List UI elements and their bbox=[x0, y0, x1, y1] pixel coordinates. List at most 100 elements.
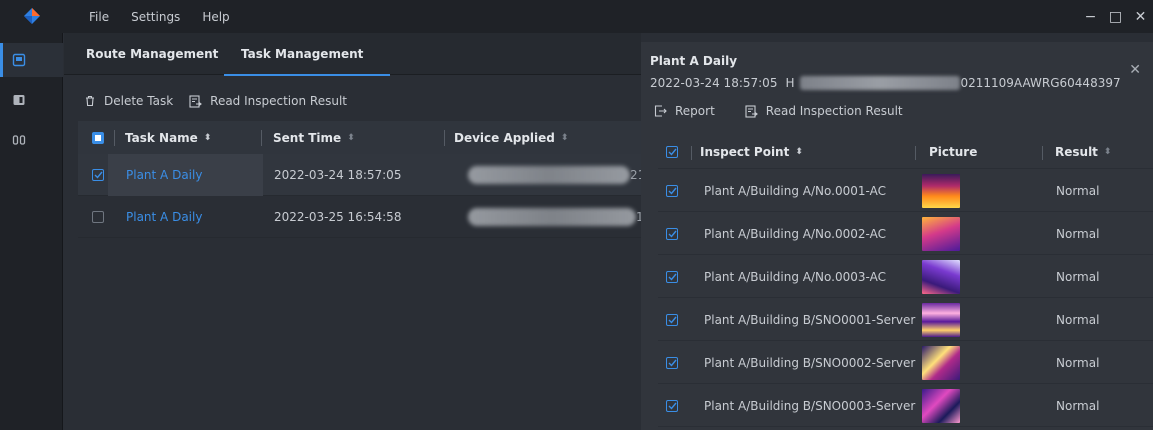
report-label: Report bbox=[675, 104, 715, 118]
sort-icon: ⬍ bbox=[1103, 147, 1112, 157]
sort-icon: ⬍ bbox=[347, 132, 355, 143]
sort-icon: ⬍ bbox=[560, 132, 569, 143]
row-checkbox-cell[interactable] bbox=[92, 154, 104, 196]
panel-timestamp: 2022-03-24 18:57:05 bbox=[650, 76, 778, 90]
app-window: File Settings Help − □ ✕ Route Managemen… bbox=[0, 0, 1153, 430]
table-row[interactable]: Plant A/Building B/SNO0003-Server Normal bbox=[658, 384, 1153, 427]
sent-time-cell: 2022-03-25 16:54:58 bbox=[274, 210, 402, 224]
report-button[interactable]: Report bbox=[654, 104, 715, 118]
inspect-point-cell: Plant A/Building B/SNO0001-Server bbox=[704, 312, 916, 327]
table-row[interactable]: Plant A Daily 2022-03-25 16:54:58 1 bbox=[78, 196, 644, 238]
result-cell: Normal bbox=[1056, 183, 1100, 198]
task-icon bbox=[12, 53, 26, 67]
maximize-button[interactable]: □ bbox=[1103, 0, 1128, 33]
point-checkbox-cell[interactable] bbox=[666, 212, 678, 255]
tab-bar: Route Management Task Management bbox=[64, 33, 641, 76]
nav-device-icon-item[interactable] bbox=[0, 83, 63, 117]
table-row[interactable]: Plant A/Building A/No.0003-AC Normal bbox=[658, 255, 1153, 298]
app-logo-icon bbox=[24, 8, 40, 24]
menu-file[interactable]: File bbox=[89, 10, 109, 24]
select-all-points-checkbox[interactable] bbox=[666, 146, 678, 158]
tab-route-management[interactable]: Route Management bbox=[86, 33, 218, 75]
point-checkbox[interactable] bbox=[666, 313, 678, 326]
read-result-icon bbox=[189, 94, 203, 108]
column-device-applied[interactable]: Device Applied ⬍ bbox=[454, 121, 568, 154]
thermal-thumbnail[interactable] bbox=[922, 389, 960, 423]
panel-read-inspection-result-label: Read Inspection Result bbox=[765, 104, 903, 118]
delete-task-button[interactable]: Delete Task bbox=[84, 94, 173, 108]
table-row[interactable]: Plant A/Building A/No.0002-AC Normal bbox=[658, 212, 1153, 255]
inspect-point-cell: Plant A/Building A/No.0001-AC bbox=[704, 183, 886, 198]
thermal-thumbnail[interactable] bbox=[922, 303, 960, 337]
point-checkbox[interactable] bbox=[666, 356, 678, 369]
menu-settings[interactable]: Settings bbox=[131, 10, 180, 24]
task-toolbar: Delete Task Read Inspection Result bbox=[84, 84, 363, 118]
point-checkbox-cell[interactable] bbox=[666, 169, 678, 212]
inspect-point-table: Inspect Point ⬍ Picture Result ⬍ Plant A/B… bbox=[658, 135, 1153, 427]
column-result-label: Result bbox=[1055, 145, 1098, 159]
row-checkbox-cell[interactable] bbox=[92, 196, 104, 238]
thermal-thumbnail[interactable] bbox=[922, 217, 960, 251]
inspect-point-cell: Plant A/Building A/No.0003-AC bbox=[704, 269, 886, 284]
column-result[interactable]: Result ⬍ bbox=[1055, 135, 1111, 169]
device-code: 0211109AAWRG60448397 bbox=[960, 76, 1121, 90]
nav-route-icon-item[interactable] bbox=[0, 123, 63, 157]
column-picture[interactable]: Picture bbox=[929, 135, 977, 169]
point-checkbox-cell[interactable] bbox=[666, 341, 678, 384]
thermal-thumbnail[interactable] bbox=[922, 174, 960, 208]
thermal-thumbnail[interactable] bbox=[922, 260, 960, 294]
column-sent-time[interactable]: Sent Time ⬍ bbox=[273, 121, 355, 154]
panel-title: Plant A Daily bbox=[650, 54, 738, 68]
point-checkbox-cell[interactable] bbox=[666, 384, 678, 427]
task-name-link[interactable]: Plant A Daily bbox=[126, 154, 202, 196]
sort-icon: ⬍ bbox=[203, 132, 212, 143]
point-checkbox[interactable] bbox=[666, 399, 678, 412]
column-inspect-point-label: Inspect Point bbox=[700, 145, 790, 159]
column-inspect-point[interactable]: Inspect Point ⬍ bbox=[700, 135, 803, 169]
window-controls: − □ ✕ bbox=[1078, 0, 1153, 33]
point-checkbox-cell[interactable] bbox=[666, 298, 678, 341]
point-checkbox-cell[interactable] bbox=[666, 255, 678, 298]
task-table-header: Task Name ⬍ Sent Time ⬍ Device Applied ⬍ bbox=[78, 121, 641, 154]
point-checkbox[interactable] bbox=[666, 270, 678, 283]
device-blurred bbox=[468, 166, 630, 184]
panel-close-icon[interactable]: ✕ bbox=[1129, 62, 1141, 78]
row-checkbox-checked[interactable] bbox=[92, 169, 104, 181]
tab-task-management[interactable]: Task Management bbox=[223, 33, 391, 76]
inspect-point-cell: Plant A/Building B/SNO0003-Server bbox=[704, 398, 916, 413]
select-all-checkbox-cell[interactable] bbox=[92, 121, 104, 154]
thermal-thumbnail[interactable] bbox=[922, 346, 960, 380]
device-prefix: H bbox=[785, 76, 795, 90]
column-task-name[interactable]: Task Name ⬍ bbox=[125, 121, 211, 154]
point-checkbox[interactable] bbox=[666, 227, 678, 240]
menu-help[interactable]: Help bbox=[202, 10, 229, 24]
route-icon bbox=[12, 135, 26, 145]
sort-icon: ⬍ bbox=[795, 147, 803, 157]
title-bar: File Settings Help − □ ✕ bbox=[0, 0, 1153, 33]
table-row[interactable]: Plant A/Building B/SNO0002-Server Normal bbox=[658, 341, 1153, 384]
table-row[interactable]: Plant A Daily 2022-03-24 18:57:05 21 bbox=[78, 154, 645, 196]
read-inspection-result-label: Read Inspection Result bbox=[210, 94, 347, 108]
select-all-checkbox[interactable] bbox=[92, 131, 104, 144]
nav-rail bbox=[0, 33, 63, 430]
device-icon bbox=[13, 95, 25, 105]
table-row[interactable]: Plant A/Building A/No.0001-AC Normal bbox=[658, 169, 1153, 212]
close-button[interactable]: ✕ bbox=[1128, 0, 1153, 33]
device-blurred bbox=[468, 208, 636, 226]
panel-toolbar: Report Read Inspection Result bbox=[654, 104, 933, 118]
select-all-points-cell[interactable] bbox=[666, 135, 678, 169]
delete-task-label: Delete Task bbox=[104, 94, 174, 108]
panel-read-inspection-result-button[interactable]: Read Inspection Result bbox=[745, 104, 903, 118]
menu-bar: File Settings Help bbox=[89, 0, 252, 33]
column-device-applied-label: Device Applied bbox=[454, 130, 555, 145]
point-checkbox[interactable] bbox=[666, 184, 678, 197]
row-checkbox[interactable] bbox=[92, 211, 104, 223]
table-row[interactable]: Plant A/Building B/SNO0001-Server Normal bbox=[658, 298, 1153, 341]
read-inspection-result-button[interactable]: Read Inspection Result bbox=[189, 94, 347, 108]
minimize-button[interactable]: − bbox=[1078, 0, 1103, 33]
panel-meta: 2022-03-24 18:57:05 H 0211109AAWRG604483… bbox=[650, 76, 1121, 90]
task-name-link[interactable]: Plant A Daily bbox=[126, 196, 202, 238]
inspect-point-table-header: Inspect Point ⬍ Picture Result ⬍ bbox=[658, 135, 1153, 169]
result-cell: Normal bbox=[1056, 398, 1100, 413]
nav-task-icon-item[interactable] bbox=[0, 43, 63, 77]
